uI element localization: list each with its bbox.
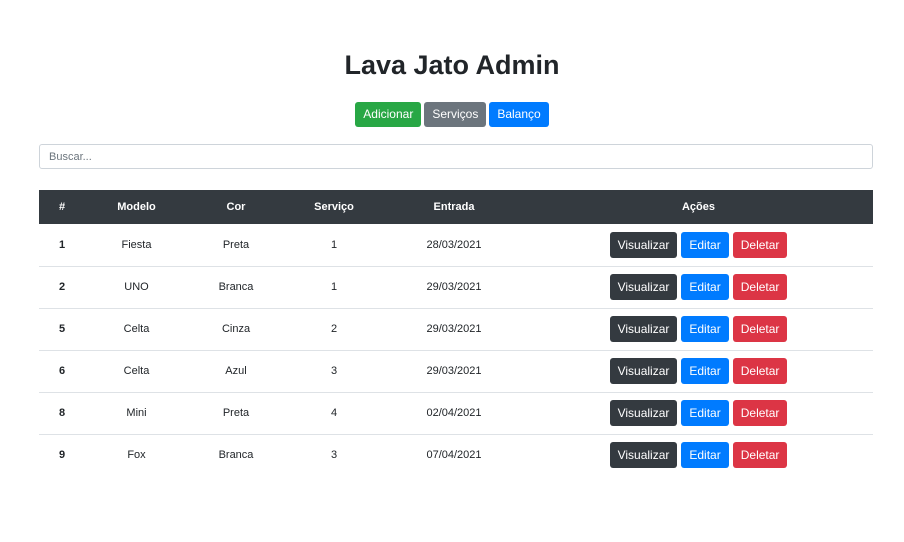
edit-button[interactable]: Editar xyxy=(681,358,729,384)
cell-servico: 3 xyxy=(330,365,338,377)
cell-actions: Visualizar Editar Deletar xyxy=(524,266,873,308)
header-entrada: Entrada xyxy=(433,201,475,213)
cell-actions: Visualizar Editar Deletar xyxy=(524,434,873,476)
view-button[interactable]: Visualizar xyxy=(609,442,678,469)
table-row: 6 Celta Azul 3 29/03/2021 Visualizar Edi… xyxy=(39,350,873,392)
cell-servico: 2 xyxy=(330,323,338,335)
header-cor: Cor xyxy=(226,201,246,213)
edit-button[interactable]: Editar xyxy=(681,400,729,426)
view-button[interactable]: Visualizar xyxy=(609,274,678,300)
edit-button[interactable]: Editar xyxy=(681,231,729,258)
services-button[interactable]: Serviços xyxy=(424,102,487,127)
header-row: # Modelo Cor Serviço Entrada Ações xyxy=(39,190,873,224)
view-button[interactable]: Visualizar xyxy=(609,400,678,426)
cell-cor: Preta xyxy=(222,238,250,251)
cell-modelo: Fiesta xyxy=(121,238,152,251)
table-row: 1 Fiesta Preta 1 28/03/2021 Visualizar E… xyxy=(39,224,873,266)
table-row: 9 Fox Branca 3 07/04/2021 Visualizar Edi… xyxy=(39,434,873,476)
search-input[interactable] xyxy=(39,144,873,169)
cell-modelo: Celta xyxy=(123,365,150,377)
cell-id: 8 xyxy=(58,407,66,419)
balance-button[interactable]: Balanço xyxy=(489,102,549,127)
edit-button[interactable]: Editar xyxy=(681,442,729,469)
table-row: 8 Mini Preta 4 02/04/2021 Visualizar Edi… xyxy=(39,392,873,434)
cell-entrada: 07/04/2021 xyxy=(426,449,482,462)
cell-modelo: Mini xyxy=(126,407,147,419)
cell-modelo: Celta xyxy=(123,323,150,335)
cell-id: 5 xyxy=(58,323,66,335)
header-id: # xyxy=(58,201,66,213)
header-modelo: Modelo xyxy=(117,201,156,213)
table-row: 5 Celta Cinza 2 29/03/2021 Visualizar Ed… xyxy=(39,308,873,350)
view-button[interactable]: Visualizar xyxy=(609,316,678,342)
cell-servico: 1 xyxy=(330,238,338,251)
cell-modelo: Fox xyxy=(127,449,146,462)
vehicles-table: # Modelo Cor Serviço Entrada Ações 1 Fie… xyxy=(39,190,873,476)
header-acoes: Ações xyxy=(681,201,716,213)
cell-id: 1 xyxy=(58,238,66,251)
cell-id: 2 xyxy=(58,281,66,293)
row-actions: Visualizar Editar Deletar xyxy=(524,442,873,469)
top-toolbar: Adicionar Serviços Balanço xyxy=(0,102,904,127)
page-title: Lava Jato Admin xyxy=(344,50,560,80)
cell-servico: 4 xyxy=(330,407,338,419)
cell-cor: Cinza xyxy=(221,323,251,335)
edit-button[interactable]: Editar xyxy=(681,316,729,342)
delete-button[interactable]: Deletar xyxy=(732,442,788,469)
delete-button[interactable]: Deletar xyxy=(732,274,788,300)
view-button[interactable]: Visualizar xyxy=(609,231,678,258)
cell-entrada: 02/04/2021 xyxy=(426,407,482,419)
table-body: 1 Fiesta Preta 1 28/03/2021 Visualizar E… xyxy=(39,224,873,476)
table-header: # Modelo Cor Serviço Entrada Ações xyxy=(39,190,873,224)
cell-actions: Visualizar Editar Deletar xyxy=(524,224,873,266)
row-actions: Visualizar Editar Deletar xyxy=(524,400,873,426)
row-actions: Visualizar Editar Deletar xyxy=(524,316,873,342)
add-button[interactable]: Adicionar xyxy=(355,102,422,127)
cell-id: 9 xyxy=(58,449,66,462)
cell-id: 6 xyxy=(58,365,66,377)
cell-entrada: 29/03/2021 xyxy=(426,365,482,377)
row-actions: Visualizar Editar Deletar xyxy=(524,274,873,300)
cell-servico: 3 xyxy=(330,449,338,462)
view-button[interactable]: Visualizar xyxy=(609,358,678,384)
cell-entrada: 29/03/2021 xyxy=(426,281,482,293)
cell-entrada: 28/03/2021 xyxy=(426,238,482,251)
edit-button[interactable]: Editar xyxy=(681,274,729,300)
cell-cor: Preta xyxy=(222,407,250,419)
cell-actions: Visualizar Editar Deletar xyxy=(524,392,873,434)
cell-cor: Branca xyxy=(218,449,254,462)
cell-actions: Visualizar Editar Deletar xyxy=(524,308,873,350)
delete-button[interactable]: Deletar xyxy=(732,316,788,342)
table-row: 2 UNO Branca 1 29/03/2021 Visualizar Edi… xyxy=(39,266,873,308)
cell-entrada: 29/03/2021 xyxy=(426,323,482,335)
header-servico: Serviço xyxy=(314,201,354,213)
row-actions: Visualizar Editar Deletar xyxy=(524,231,873,258)
cell-cor: Azul xyxy=(225,365,247,377)
cell-servico: 1 xyxy=(330,281,338,293)
cell-actions: Visualizar Editar Deletar xyxy=(524,350,873,392)
delete-button[interactable]: Deletar xyxy=(732,400,788,426)
cell-cor: Branca xyxy=(218,281,254,293)
row-actions: Visualizar Editar Deletar xyxy=(524,358,873,384)
delete-button[interactable]: Deletar xyxy=(732,231,788,258)
cell-modelo: UNO xyxy=(124,281,149,293)
delete-button[interactable]: Deletar xyxy=(732,358,788,384)
